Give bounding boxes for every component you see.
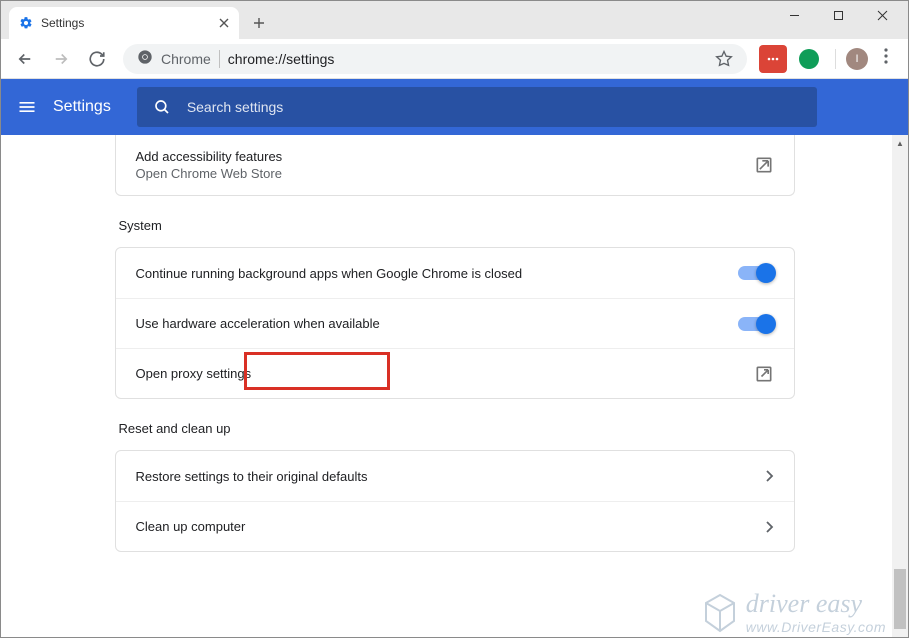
settings-header: Settings <box>1 79 908 135</box>
accessibility-card: Add accessibility features Open Chrome W… <box>115 135 795 196</box>
settings-search-box[interactable] <box>137 87 817 127</box>
toolbar-divider <box>835 49 836 69</box>
close-tab-icon[interactable] <box>219 18 229 28</box>
background-apps-label: Continue running background apps when Go… <box>136 266 738 281</box>
hardware-accel-row: Use hardware acceleration when available <box>116 298 794 348</box>
extension-icon-green[interactable] <box>795 45 823 73</box>
chevron-right-icon <box>766 521 774 533</box>
extension-icon-red[interactable] <box>759 45 787 73</box>
background-apps-row: Continue running background apps when Go… <box>116 248 794 298</box>
accessibility-row[interactable]: Add accessibility features Open Chrome W… <box>116 135 794 195</box>
gear-icon <box>19 16 33 30</box>
external-link-icon <box>754 364 774 384</box>
omnibox-url: chrome://settings <box>228 51 335 67</box>
search-icon <box>153 98 171 116</box>
window-controls <box>772 1 904 29</box>
accessibility-row-subtitle: Open Chrome Web Store <box>136 166 754 181</box>
hamburger-menu-icon[interactable] <box>17 97 37 117</box>
hardware-accel-toggle[interactable] <box>738 317 774 331</box>
settings-content: Add accessibility features Open Chrome W… <box>1 135 908 637</box>
system-section-title: System <box>115 196 795 247</box>
background-apps-toggle[interactable] <box>738 266 774 280</box>
cleanup-computer-label: Clean up computer <box>136 519 766 534</box>
scrollbar-thumb[interactable] <box>894 569 906 629</box>
omnibox-divider <box>219 50 220 68</box>
proxy-settings-row[interactable]: Open proxy settings <box>116 348 794 398</box>
omnibox-site-label: Chrome <box>161 51 211 67</box>
chrome-page-icon <box>137 49 153 68</box>
back-button[interactable] <box>9 43 41 75</box>
restore-defaults-label: Restore settings to their original defau… <box>136 469 766 484</box>
window-close-button[interactable] <box>860 1 904 29</box>
forward-button[interactable] <box>45 43 77 75</box>
reset-card: Restore settings to their original defau… <box>115 450 795 552</box>
restore-defaults-row[interactable]: Restore settings to their original defau… <box>116 451 794 501</box>
browser-tab[interactable]: Settings <box>9 7 239 39</box>
settings-search-input[interactable] <box>187 99 801 115</box>
scrollbar-track[interactable]: ▲ <box>892 135 908 637</box>
external-link-icon <box>754 155 774 175</box>
settings-page-title: Settings <box>53 98 111 116</box>
address-bar[interactable]: Chrome chrome://settings <box>123 44 747 74</box>
browser-menu-button[interactable] <box>872 48 900 69</box>
reload-button[interactable] <box>81 43 113 75</box>
tab-title: Settings <box>41 16 211 30</box>
reset-section-title: Reset and clean up <box>115 399 795 450</box>
browser-toolbar: Chrome chrome://settings I <box>1 39 908 79</box>
scroll-arrow-up-icon[interactable]: ▲ <box>892 135 908 151</box>
window-titlebar: Settings <box>1 1 908 39</box>
window-minimize-button[interactable] <box>772 1 816 29</box>
system-card: Continue running background apps when Go… <box>115 247 795 399</box>
profile-avatar[interactable]: I <box>846 48 868 70</box>
hardware-accel-label: Use hardware acceleration when available <box>136 316 738 331</box>
window-maximize-button[interactable] <box>816 1 860 29</box>
proxy-settings-label: Open proxy settings <box>136 366 754 381</box>
chevron-right-icon <box>766 470 774 482</box>
accessibility-row-title: Add accessibility features <box>136 149 754 164</box>
new-tab-button[interactable] <box>245 9 273 37</box>
cleanup-computer-row[interactable]: Clean up computer <box>116 501 794 551</box>
bookmark-star-icon[interactable] <box>715 50 733 68</box>
